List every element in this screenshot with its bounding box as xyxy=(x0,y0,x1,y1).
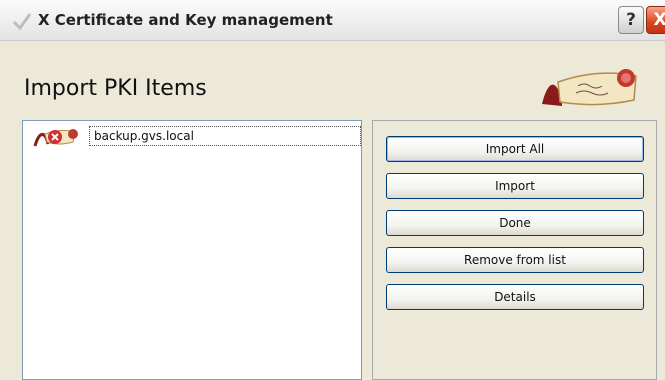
import-button[interactable]: Import xyxy=(386,173,644,199)
action-panel: Import All Import Done Remove from list … xyxy=(372,120,657,380)
certificate-error-icon xyxy=(33,129,78,147)
done-button[interactable]: Done xyxy=(386,210,644,236)
remove-from-list-button[interactable]: Remove from list xyxy=(386,247,644,273)
scroll-seal-logo xyxy=(542,69,637,106)
help-button[interactable]: ? xyxy=(618,6,644,34)
list-item-label: backup.gvs.local xyxy=(89,126,361,146)
pki-items-list[interactable]: backup.gvs.local xyxy=(22,120,362,380)
close-button[interactable]: X xyxy=(646,6,665,34)
import-all-button[interactable]: Import All xyxy=(386,136,644,162)
details-button[interactable]: Details xyxy=(386,284,644,310)
checkmark-icon xyxy=(12,13,32,31)
window-title: X Certificate and Key management xyxy=(38,11,333,29)
page-title: Import PKI Items xyxy=(24,76,207,101)
title-bar[interactable]: X Certificate and Key management ? X xyxy=(0,0,665,41)
list-item[interactable]: backup.gvs.local xyxy=(27,124,361,150)
